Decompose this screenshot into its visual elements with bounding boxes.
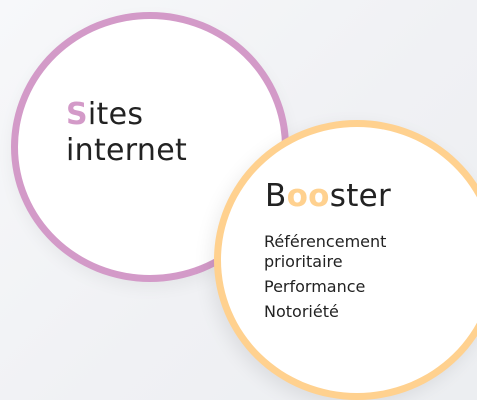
sites-title-accent-letter: S	[66, 97, 88, 132]
booster-features-list: Référencement prioritaire Performance No…	[264, 232, 386, 322]
booster-feature-performance: Performance	[264, 277, 366, 296]
booster-feature-notoriete: Notoriété	[264, 302, 339, 321]
sites-title-line-1: Sites	[66, 97, 187, 133]
sites-title-rest: ites	[87, 97, 144, 132]
booster-title: Booster	[265, 176, 391, 216]
booster-feature-prioritaire: prioritaire	[264, 252, 343, 271]
sites-title-line-2: internet	[66, 133, 188, 168]
sites-internet-title: Sites internet	[66, 97, 187, 169]
booster-title-b: B	[265, 178, 287, 214]
booster-feature-referencement: Référencement	[264, 232, 387, 251]
booster-title-rest: ster	[329, 178, 392, 214]
booster-title-accent-oo: oo	[286, 178, 330, 214]
